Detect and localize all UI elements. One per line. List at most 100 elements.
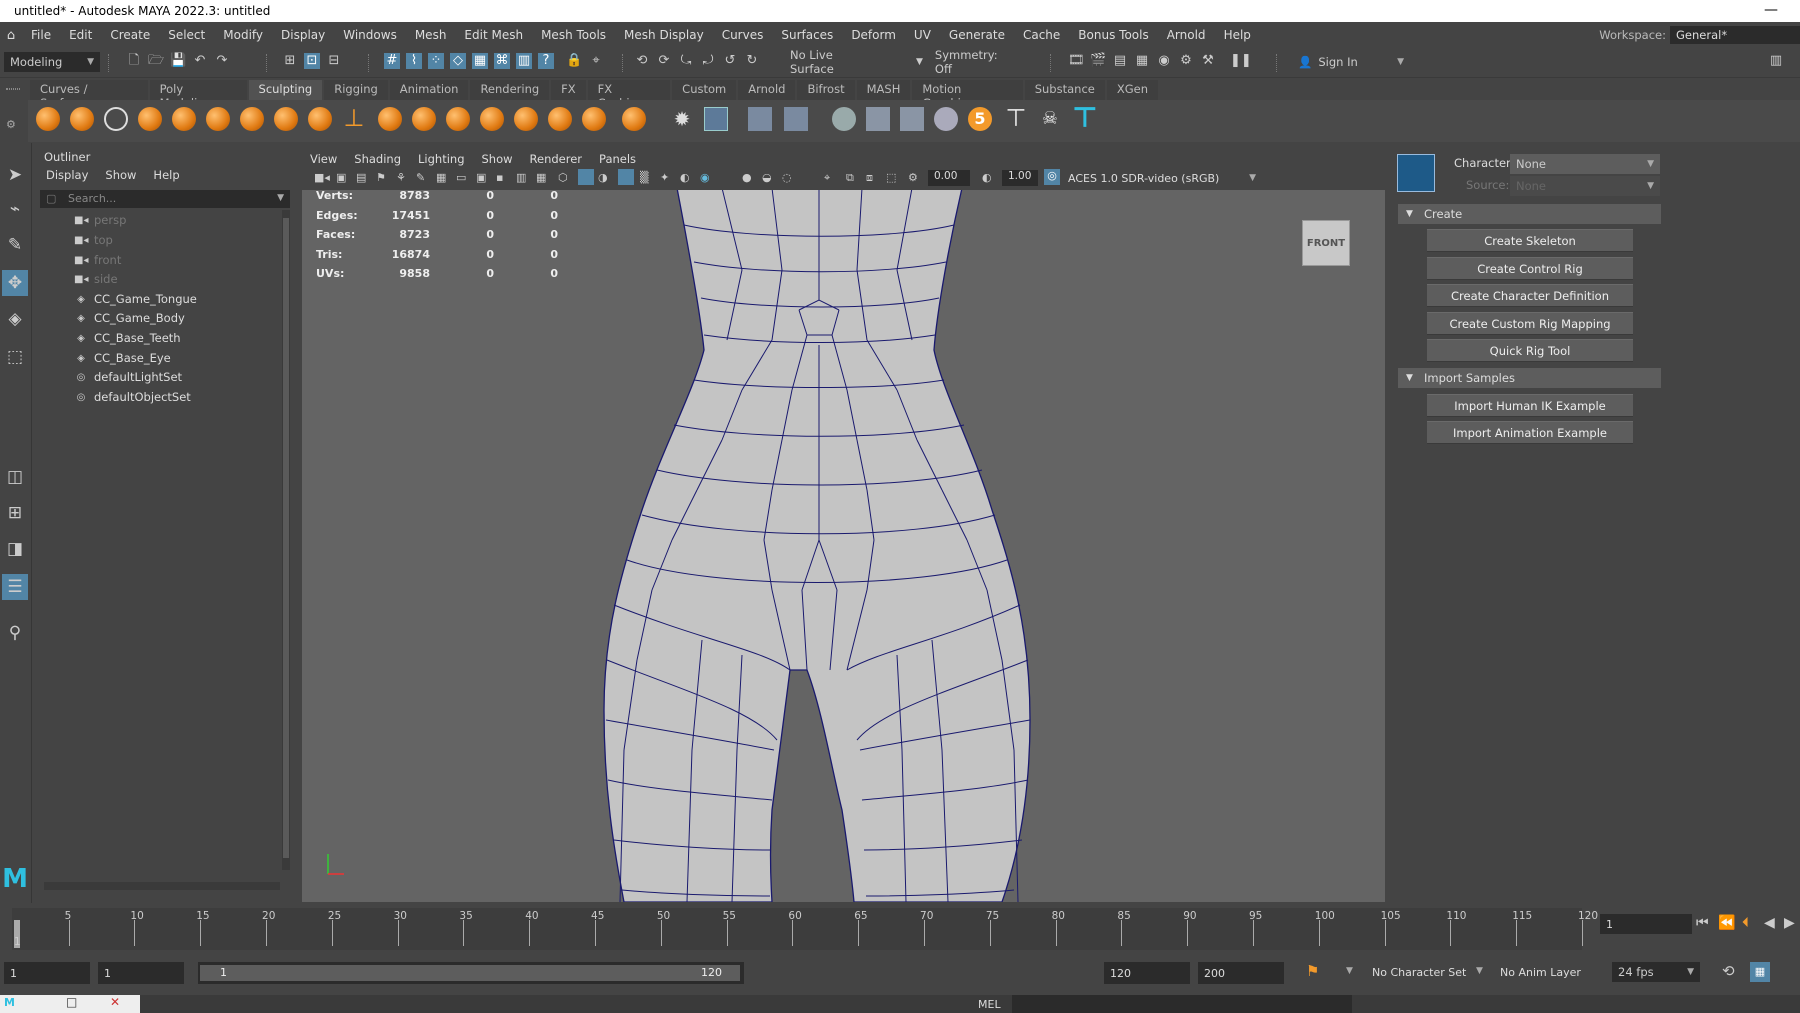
grid-toggle-icon[interactable]: ▦: [436, 171, 446, 184]
sign-in-dropdown[interactable]: 👤 Sign In ▼: [1292, 52, 1410, 72]
wax-brush-icon[interactable]: [378, 107, 402, 131]
menu-bonus-tools[interactable]: Bonus Tools: [1069, 28, 1157, 42]
viewport-menu-view[interactable]: View: [310, 152, 337, 166]
relax-brush-icon[interactable]: [104, 107, 128, 131]
command-input[interactable]: [1012, 995, 1352, 1013]
rotate-tool-icon[interactable]: ◈: [2, 306, 28, 332]
shelf-tab-curves-surfaces[interactable]: Curves / Surfaces: [30, 80, 148, 110]
render-icon[interactable]: 🎞: [1068, 53, 1085, 69]
outliner-item-cc-game-tongue[interactable]: ◈ CC_Game_Tongue: [74, 290, 197, 308]
outliner-item-cc-base-eye[interactable]: ◈ CC_Base_Eye: [74, 349, 171, 367]
grid-icon[interactable]: [704, 107, 728, 131]
spray-brush-icon[interactable]: [274, 107, 298, 131]
move-tool-icon[interactable]: ✥: [2, 270, 28, 296]
shelf-tab-xgen[interactable]: XGen: [1106, 80, 1158, 100]
gear-icon[interactable]: ⚙: [6, 118, 16, 131]
paint-select-icon[interactable]: ✎: [2, 232, 28, 258]
shelf-tab-sculpting[interactable]: Sculpting: [248, 80, 323, 100]
wireframe-on-shaded-icon[interactable]: [618, 169, 634, 185]
lasso-tool-icon[interactable]: ⌁: [2, 196, 28, 222]
source-dropdown[interactable]: None ▼: [1510, 176, 1660, 196]
snap-point-icon[interactable]: ⁘: [428, 53, 444, 69]
anim-layer-dropdown[interactable]: No Anim Layer: [1500, 966, 1581, 979]
gamma-icon[interactable]: ◐: [982, 171, 992, 184]
shelf-tab-mash[interactable]: MASH: [856, 80, 911, 100]
sculpt-brush-icon[interactable]: [36, 107, 60, 131]
select-filter-icon[interactable]: ⌖: [588, 53, 604, 69]
outliner-item-persp[interactable]: ■◂ persp: [74, 211, 126, 229]
snap-surface-icon[interactable]: ▦: [472, 53, 488, 69]
bookmark-icon[interactable]: ▤: [356, 171, 366, 184]
undo-icon[interactable]: ↶: [192, 53, 208, 69]
menu-generate[interactable]: Generate: [940, 28, 1014, 42]
window-tabs[interactable]: M □ ✕: [0, 995, 140, 1013]
viewport-menu-lighting[interactable]: Lighting: [418, 152, 464, 166]
quick-rig-tool-button[interactable]: Quick Rig Tool: [1427, 339, 1633, 362]
fill-brush-icon[interactable]: [446, 107, 470, 131]
bake-icon[interactable]: [900, 107, 924, 131]
shelf-tab-bifrost[interactable]: Bifrost: [797, 80, 855, 100]
save-scene-icon[interactable]: 💾: [170, 53, 186, 69]
layout-four-icon[interactable]: ⊞: [2, 500, 28, 526]
shelf-tab-fx-caching[interactable]: FX Caching: [587, 80, 671, 110]
skull-icon[interactable]: ☠: [1038, 107, 1062, 131]
menu-cache[interactable]: Cache: [1014, 28, 1069, 42]
pinch-brush-icon[interactable]: [172, 107, 196, 131]
menu-curves[interactable]: Curves: [713, 28, 773, 42]
menu-file[interactable]: File: [22, 28, 60, 42]
import-animation-example-button[interactable]: Import Animation Example: [1427, 421, 1633, 444]
grab-brush-icon[interactable]: [138, 107, 162, 131]
bake-icon[interactable]: ⚒: [1200, 53, 1216, 69]
film-gate-icon[interactable]: ▭: [456, 171, 466, 184]
viewport-menu-panels[interactable]: Panels: [599, 152, 636, 166]
viewport-menu-show[interactable]: Show: [482, 152, 513, 166]
motion-blur-icon[interactable]: ◒: [762, 171, 772, 184]
foamy-brush-icon[interactable]: [240, 107, 264, 131]
anti-alias-icon[interactable]: ◌: [782, 171, 792, 184]
minimize-button[interactable]: —: [1764, 2, 1778, 18]
snap-grid-icon[interactable]: #: [384, 53, 400, 69]
playback-start-field[interactable]: 1: [98, 962, 184, 984]
outliner-vertical-scrollbar[interactable]: [282, 210, 290, 870]
construction-icon[interactable]: ⟳: [656, 53, 672, 69]
shelf-tab-rendering[interactable]: Rendering: [470, 80, 550, 100]
ambient-occlusion-icon[interactable]: ●: [742, 171, 752, 184]
pause-icon[interactable]: ❚❚: [1230, 53, 1252, 69]
outliner-menu-help[interactable]: Help: [153, 168, 179, 182]
home-icon[interactable]: ⌂: [0, 28, 22, 43]
input-icon[interactable]: ⤿: [678, 53, 694, 69]
outliner-layout-icon[interactable]: ☰: [2, 574, 28, 600]
gate-mask-icon[interactable]: ▪: [496, 171, 503, 184]
fps-dropdown[interactable]: 24 fps ▼: [1612, 962, 1700, 982]
outliner-item-side[interactable]: ■◂ side: [74, 270, 118, 288]
scrape-brush-icon[interactable]: [412, 107, 436, 131]
shelf-tab-arnold[interactable]: Arnold: [738, 80, 796, 100]
lock-icon[interactable]: 🔒: [566, 53, 582, 69]
menu-mesh[interactable]: Mesh: [406, 28, 456, 42]
xray-joints-icon[interactable]: ⧉: [846, 171, 854, 185]
t-pose-cyan-icon[interactable]: ⊤: [1072, 104, 1098, 132]
live-surface-field[interactable]: No Live Surface: [784, 48, 874, 76]
animation-end-field[interactable]: 200: [1198, 962, 1284, 984]
symmetry-dropdown[interactable]: ▼ Symmetry: Off: [910, 48, 1018, 76]
freeze-brush-icon[interactable]: [622, 107, 646, 131]
shadows-icon[interactable]: ◐: [680, 171, 690, 184]
outliner-item-cc-game-body[interactable]: ◈ CC_Game_Body: [74, 309, 185, 327]
outliner-search-input[interactable]: ▢ Search... ▼: [40, 190, 290, 208]
outliner-item-default-object-set[interactable]: ◎ defaultObjectSet: [74, 388, 191, 406]
snap-edge-icon[interactable]: ▥: [516, 53, 532, 69]
bulge-brush-icon[interactable]: [548, 107, 572, 131]
ipr-icon[interactable]: ▤: [1112, 53, 1128, 69]
step-back-frame-icon[interactable]: ⏴: [1742, 915, 1749, 931]
select-object-icon[interactable]: ⊡: [304, 53, 320, 69]
resolution-gate-icon[interactable]: ▣: [476, 171, 486, 184]
lighting-icon[interactable]: ✦: [660, 171, 669, 184]
create-skeleton-button[interactable]: Create Skeleton: [1427, 229, 1633, 252]
range-slider[interactable]: 1 120: [198, 962, 744, 984]
smooth-shade-icon[interactable]: [578, 169, 594, 185]
preferences-icon[interactable]: ▦: [1750, 962, 1770, 982]
script-language-label[interactable]: MEL: [978, 998, 1001, 1011]
create-custom-rig-mapping-button[interactable]: Create Custom Rig Mapping: [1427, 312, 1633, 335]
camera-attributes-icon[interactable]: ▣: [336, 171, 346, 184]
flatten-brush-icon[interactable]: [206, 107, 230, 131]
